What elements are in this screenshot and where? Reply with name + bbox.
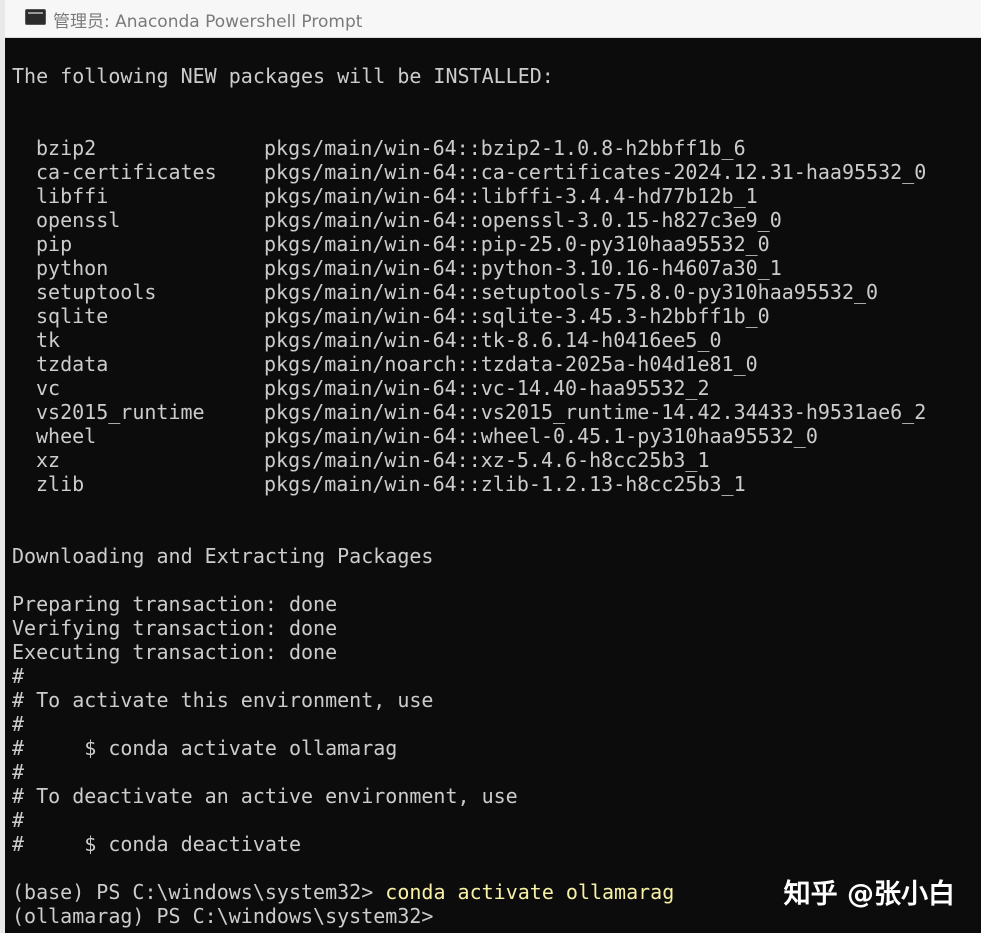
package-spec: pkgs/main/win-64::python-3.10.16-h4607a3… [264, 256, 782, 280]
activate-command: # $ conda activate ollamarag [12, 736, 398, 760]
downloading-line: Downloading and Extracting Packages [12, 544, 434, 568]
package-name: xz [36, 448, 61, 472]
terminal-window: 管理员: Anaconda Powershell Prompt The foll… [0, 0, 981, 933]
package-spec: pkgs/main/win-64::libffi-3.4.4-hd77b12b_… [264, 184, 758, 208]
install-header: The following NEW packages will be INSTA… [12, 64, 554, 88]
package-name: vs2015_runtime [36, 400, 205, 424]
package-spec: pkgs/main/noarch::tzdata-2025a-h04d1e81_… [264, 352, 758, 376]
package-name: vc [36, 376, 61, 400]
package-name: bzip2 [36, 136, 97, 160]
package-spec: pkgs/main/win-64::zlib-1.2.13-h8cc25b3_1 [264, 472, 746, 496]
package-spec: pkgs/main/win-64::setuptools-75.8.0-py31… [264, 280, 879, 304]
package-spec: pkgs/main/win-64::openssl-3.0.15-h827c3e… [264, 208, 782, 232]
comment-line: # [12, 712, 25, 736]
package-spec: pkgs/main/win-64::pip-25.0-py310haa95532… [264, 232, 770, 256]
comment-line: # [12, 808, 25, 832]
package-name: wheel [36, 424, 97, 448]
package-spec: pkgs/main/win-64::xz-5.4.6-h8cc25b3_1 [264, 448, 710, 472]
activate-note: # To activate this environment, use [12, 688, 434, 712]
package-spec: pkgs/main/win-64::sqlite-3.45.3-h2bbff1b… [264, 304, 770, 328]
title-bar[interactable]: 管理员: Anaconda Powershell Prompt [5, 0, 981, 38]
terminal-output[interactable]: The following NEW packages will be INSTA… [12, 40, 981, 930]
comment-line: # [12, 664, 25, 688]
terminal-icon [25, 9, 46, 25]
prompt-line-2[interactable]: (ollamarag) PS C:\windows\system32> [12, 904, 433, 928]
preparing-line: Preparing transaction: done [12, 592, 338, 616]
package-name: zlib [36, 472, 85, 496]
package-spec: pkgs/main/win-64::vc-14.40-haa95532_2 [264, 376, 710, 400]
executing-line: Executing transaction: done [12, 640, 338, 664]
package-name: python [36, 256, 109, 280]
package-spec: pkgs/main/win-64::bzip2-1.0.8-h2bbff1b_6 [264, 136, 746, 160]
package-name: tk [36, 328, 61, 352]
package-name: ca-certificates [36, 160, 217, 184]
package-name: openssl [36, 208, 121, 232]
deactivate-command: # $ conda deactivate [12, 832, 301, 856]
entered-command: conda activate ollamarag [385, 880, 675, 904]
package-name: pip [36, 232, 73, 256]
comment-line: # [12, 760, 25, 784]
window-title: 管理员: Anaconda Powershell Prompt [53, 12, 363, 32]
package-name: libffi [36, 184, 109, 208]
package-spec: pkgs/main/win-64::tk-8.6.14-h0416ee5_0 [264, 328, 722, 352]
zhihu-watermark: 知乎 @张小白 [783, 879, 955, 910]
package-name: sqlite [36, 304, 109, 328]
package-spec: pkgs/main/win-64::wheel-0.45.1-py310haa9… [264, 424, 818, 448]
prompt-line-1: (base) PS C:\windows\system32> conda act… [12, 880, 674, 904]
verifying-line: Verifying transaction: done [12, 616, 338, 640]
package-spec: pkgs/main/win-64::vs2015_runtime-14.42.3… [264, 400, 927, 424]
package-spec: pkgs/main/win-64::ca-certificates-2024.1… [264, 160, 927, 184]
package-name: setuptools [36, 280, 157, 304]
package-name: tzdata [36, 352, 109, 376]
prompt-text: (base) PS C:\windows\system32> [12, 880, 374, 904]
deactivate-note: # To deactivate an active environment, u… [12, 784, 518, 808]
